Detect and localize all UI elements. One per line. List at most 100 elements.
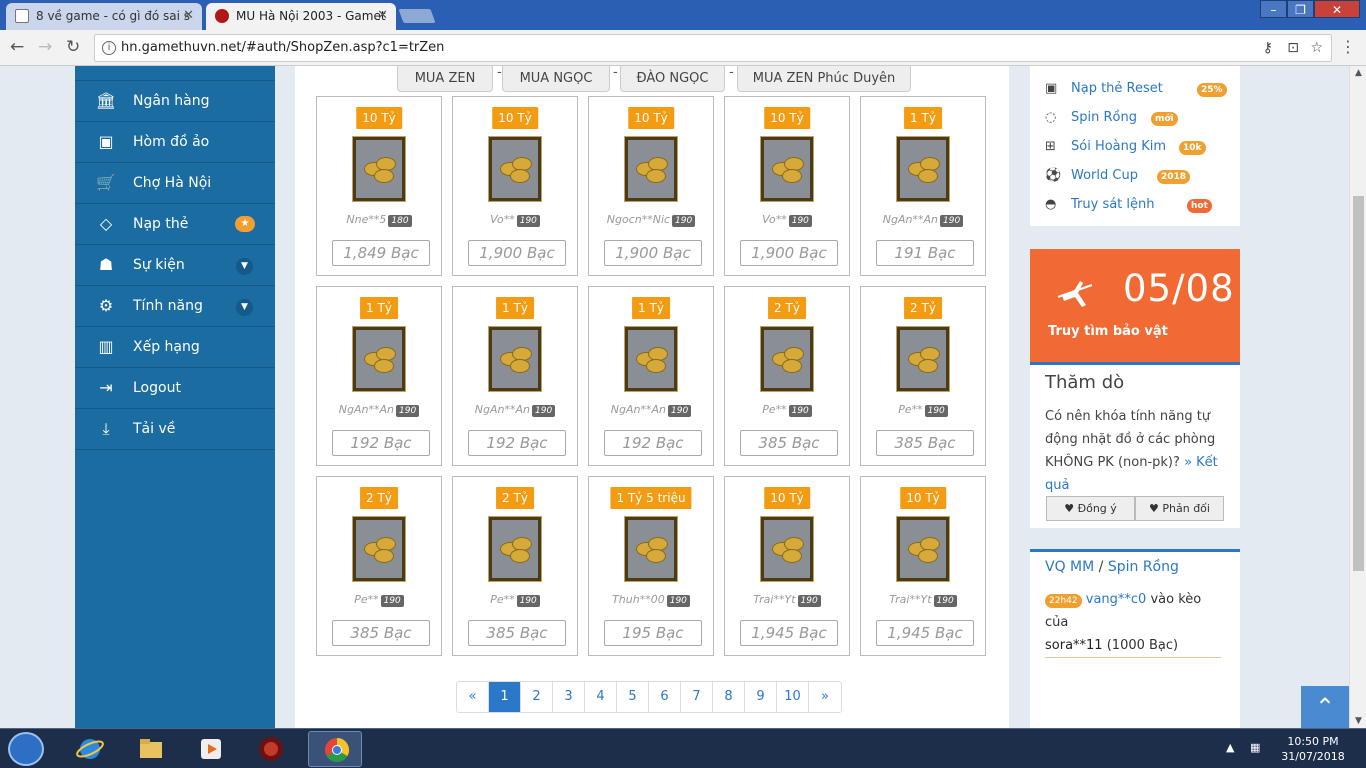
zen-item-card[interactable]: 2 Tỷ Pe** 190 385 Bạc	[316, 476, 442, 656]
translate-icon[interactable]: ⊡	[1287, 35, 1299, 61]
zen-item-card[interactable]: 1 Tỷ NgAn**An 190 192 Bạc	[316, 286, 442, 466]
buy-price-button[interactable]: 385 Bạc	[332, 620, 430, 646]
pagination-page[interactable]: 2	[521, 682, 553, 712]
zen-item-card[interactable]: 1 Tỷ NgAn**An 190 192 Bạc	[452, 286, 578, 466]
link-topup-reset[interactable]: ▣ Nạp thẻ Reset 25%	[1045, 78, 1227, 100]
pagination-page[interactable]: 1	[489, 682, 521, 712]
page-scrollbar[interactable]: ▲ ▼	[1349, 66, 1366, 728]
pagination-page[interactable]: 3	[553, 682, 585, 712]
link-hunt-order[interactable]: ◓ Truy sát lệnh hot	[1045, 194, 1212, 216]
sidebar-item-features[interactable]: ⚙ Tính năng ▼	[75, 286, 275, 327]
event-user[interactable]: vang**c0	[1086, 592, 1147, 607]
minimize-button[interactable]: –	[1260, 0, 1287, 18]
pagination-page[interactable]: 4	[585, 682, 617, 712]
buy-price-button[interactable]: 1,945 Bạc	[740, 620, 838, 646]
url-field[interactable]: i hn.gamethuvn.net/#auth/ShopZen.asp?c1=…	[94, 34, 1332, 62]
buy-price-button[interactable]: 191 Bạc	[876, 240, 974, 266]
buy-price-button[interactable]: 192 Bạc	[332, 430, 430, 456]
tab-buy-zen[interactable]: MUA ZEN	[397, 66, 493, 92]
scrollbar-thumb[interactable]	[1353, 196, 1364, 571]
link-world-cup[interactable]: ⚽ World Cup 2018	[1045, 165, 1191, 187]
buy-price-button[interactable]: 195 Bạc	[604, 620, 702, 646]
zen-item-card[interactable]: 10 Tỷ Trai**Yt 190 1,945 Bạc	[860, 476, 986, 656]
new-tab-button[interactable]	[398, 9, 436, 23]
buy-price-button[interactable]: 385 Bạc	[740, 430, 838, 456]
pagination-page[interactable]: 7	[681, 682, 713, 712]
sidebar-item-download[interactable]: ⤓ Tải về	[75, 409, 275, 450]
key-icon[interactable]: ⚷	[1263, 35, 1273, 61]
sidebar-item-events[interactable]: ☗ Sự kiện ▼	[75, 245, 275, 286]
buy-price-button[interactable]: 385 Bạc	[876, 430, 974, 456]
pagination-page[interactable]: 8	[713, 682, 745, 712]
zen-item-card[interactable]: 2 Tỷ Pe** 190 385 Bạc	[860, 286, 986, 466]
buy-price-button[interactable]: 385 Bạc	[468, 620, 566, 646]
zen-item-card[interactable]: 10 Tỷ Vo** 190 1,900 Bạc	[452, 96, 578, 276]
system-clock[interactable]: 10:50 PM 31/07/2018	[1278, 734, 1348, 764]
scroll-down-arrow-icon[interactable]: ▼	[1350, 716, 1366, 726]
zen-item-card[interactable]: 1 Tỷ NgAn**An 190 191 Bạc	[860, 96, 986, 276]
scroll-to-top-button[interactable]: ⌃	[1301, 686, 1349, 728]
pagination-next[interactable]: »	[809, 682, 841, 712]
close-tab-icon[interactable]: ✕	[183, 3, 194, 29]
zen-item-card[interactable]: 10 Tỷ Nne**5 180 1,849 Bạc	[316, 96, 442, 276]
zen-item-card[interactable]: 2 Tỷ Pe** 190 385 Bạc	[452, 476, 578, 656]
taskbar-explorer[interactable]	[123, 731, 177, 767]
sidebar-item-topup[interactable]: ◇ Nạp thẻ ★	[75, 204, 275, 245]
taskbar-ie[interactable]	[62, 731, 116, 767]
sidebar-item-market[interactable]: 🛒 Chợ Hà Nội	[75, 163, 275, 204]
pagination-page[interactable]: 6	[649, 682, 681, 712]
vq-mm-link[interactable]: VQ MM	[1045, 559, 1094, 575]
zen-item-card[interactable]: 10 Tỷ Trai**Yt 190 1,945 Bạc	[724, 476, 850, 656]
maximize-button[interactable]: ❐	[1287, 0, 1314, 18]
buy-price-button[interactable]: 192 Bạc	[604, 430, 702, 456]
network-icon[interactable]: ▦	[1250, 741, 1260, 754]
taskbar-mu-game[interactable]	[243, 731, 297, 767]
sidebar-item-label: Tải về	[133, 421, 176, 437]
browser-menu-icon[interactable]: ⋮	[1340, 37, 1356, 56]
buy-price-button[interactable]: 1,900 Bạc	[740, 240, 838, 266]
poll-disagree-button[interactable]: ♥ Phản đối	[1135, 496, 1224, 521]
buy-price-button[interactable]: 192 Bạc	[468, 430, 566, 456]
buy-price-button[interactable]: 1,945 Bạc	[876, 620, 974, 646]
link-spin-dragon[interactable]: ◌ Spin Rồng mới	[1045, 107, 1178, 129]
event-user[interactable]: sora**11	[1045, 638, 1103, 653]
show-hidden-icons[interactable]: ▲	[1226, 741, 1234, 754]
vq-spin-link[interactable]: Spin Rồng	[1108, 559, 1179, 575]
taskbar-media-player[interactable]	[183, 731, 237, 767]
reload-icon[interactable]: ↻	[66, 37, 80, 57]
tab-mine-jewel[interactable]: ĐÀO NGỌC	[620, 66, 725, 92]
treasure-hunt-card[interactable]: 05/08 Truy tìm bảo vật	[1030, 249, 1240, 362]
browser-tab-1[interactable]: 8 về game - có gì đó sai s ✕	[6, 3, 202, 30]
back-icon[interactable]: ←	[10, 37, 24, 57]
pagination-page[interactable]: 9	[745, 682, 777, 712]
pagination-prev[interactable]: «	[457, 682, 489, 712]
pagination-page[interactable]: 5	[617, 682, 649, 712]
buy-price-button[interactable]: 1,900 Bạc	[604, 240, 702, 266]
taskbar-chrome[interactable]	[308, 731, 362, 767]
link-golden-wolf[interactable]: ⊞ Sói Hoàng Kim 10k	[1045, 136, 1206, 158]
poll-agree-button[interactable]: ♥ Đồng ý	[1046, 496, 1135, 521]
zen-item-card[interactable]: 10 Tỷ Ngocn**Nic 190 1,900 Bạc	[588, 96, 714, 276]
buy-price-button[interactable]: 1,849 Bạc	[332, 240, 430, 266]
close-tab-icon[interactable]: ✕	[377, 3, 388, 29]
sidebar-item-virtual-box[interactable]: ▣ Hòm đồ ảo	[75, 122, 275, 163]
zen-item-card[interactable]: 10 Tỷ Vo** 190 1,900 Bạc	[724, 96, 850, 276]
sidebar-item-bank[interactable]: 🏛 Ngân hàng	[75, 81, 275, 122]
scroll-up-arrow-icon[interactable]: ▲	[1350, 68, 1366, 78]
buy-price-button[interactable]: 1,900 Bạc	[468, 240, 566, 266]
info-icon[interactable]: i	[102, 41, 116, 55]
sidebar-item-logout[interactable]: ⇥ Logout	[75, 368, 275, 409]
zen-item-card[interactable]: 1 Tỷ 5 triệu Thuh**00 190 195 Bạc	[588, 476, 714, 656]
start-button[interactable]	[8, 732, 44, 766]
sidebar-item-ranking[interactable]: ▥ Xếp hạng	[75, 327, 275, 368]
browser-tab-2[interactable]: MU Hà Nội 2003 - Gamet ✕	[206, 3, 396, 30]
pagination: « 1 2 3 4 5 6 7 8 9 10 »	[456, 681, 842, 713]
pagination-page[interactable]: 10	[777, 682, 809, 712]
zen-item-card[interactable]: 2 Tỷ Pe** 190 385 Bạc	[724, 286, 850, 466]
tab-buy-zen-phuc-duyen[interactable]: MUA ZEN Phúc Duyên	[737, 66, 911, 92]
zen-item-card[interactable]: 1 Tỷ NgAn**An 190 192 Bạc	[588, 286, 714, 466]
close-window-button[interactable]: ✕	[1314, 0, 1360, 18]
tab-buy-jewel[interactable]: MUA NGỌC	[502, 66, 610, 92]
forward-icon[interactable]: →	[38, 37, 52, 57]
bookmark-star-icon[interactable]: ☆	[1310, 35, 1323, 61]
